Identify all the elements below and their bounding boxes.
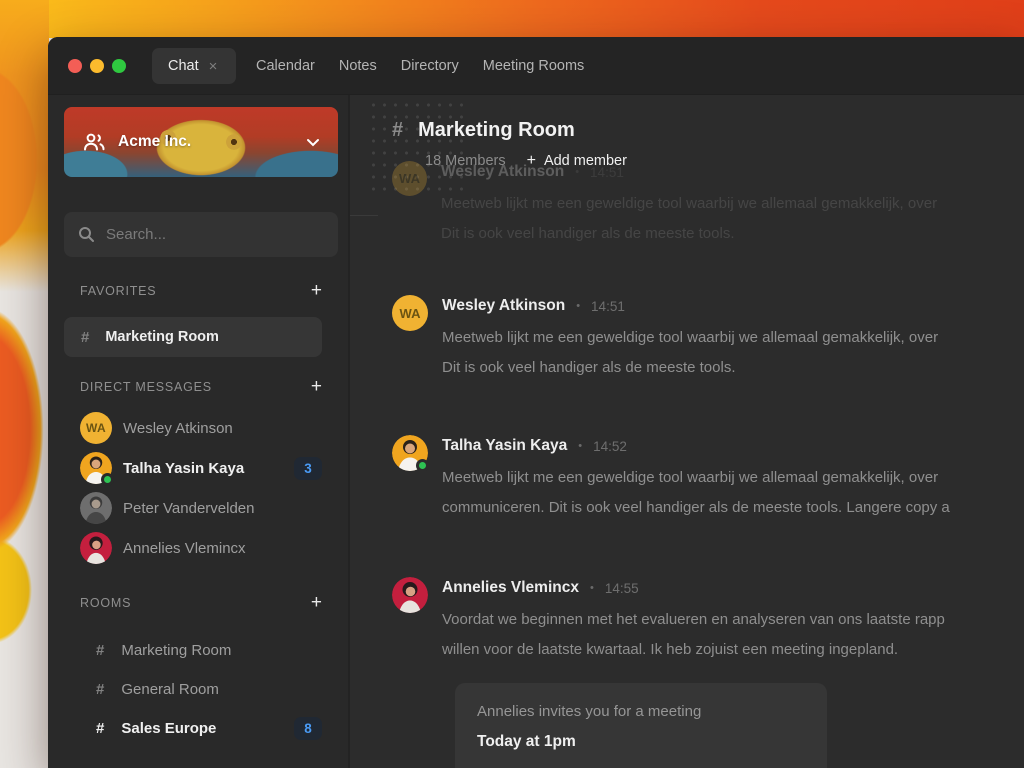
unread-badge: 8: [294, 717, 322, 740]
hash-icon: #: [96, 681, 104, 698]
sidebar-item-marketing-room-favorite[interactable]: # Marketing Room: [64, 317, 322, 357]
dm-title: DIRECT MESSAGES: [80, 380, 212, 394]
online-status-dot: [416, 459, 429, 472]
room-name: Marketing Room: [121, 642, 322, 659]
sidebar-item-annelies-vlemincx[interactable]: Annelies Vlemincx: [80, 528, 322, 568]
add-member-button[interactable]: + Add member: [527, 152, 627, 170]
favorite-item-label: Marketing Room: [105, 329, 219, 345]
meeting-invite-card[interactable]: Annelies invites you for a meeting Today…: [455, 683, 827, 768]
sidebar-item-room-general[interactable]: # General Room: [96, 669, 322, 709]
sidebar-item-room-sales-europe[interactable]: # Sales Europe 8: [96, 708, 322, 748]
scrolled-message: WA Wesley Atkinson • 14:51 Meetweb lijkt…: [392, 161, 1024, 249]
channel-title: Marketing Room: [418, 119, 575, 142]
tab-notes[interactable]: Notes: [339, 58, 377, 74]
titlebar: Chat × Calendar Notes Directory Meeting …: [48, 37, 1024, 95]
wallpaper-left: [0, 0, 49, 768]
sidebar-item-wesley-atkinson[interactable]: WA Wesley Atkinson: [80, 408, 322, 448]
add-dm-button[interactable]: +: [311, 377, 322, 396]
message-author: Annelies Vlemincx: [442, 579, 579, 597]
message-line: Dit is ook veel handiger als de meeste t…: [442, 353, 938, 383]
online-status-dot: [101, 473, 114, 486]
message-line: Meetweb lijkt me een geweldige tool waar…: [442, 463, 950, 493]
hash-icon: #: [96, 720, 104, 737]
meeting-time: Today at 1pm: [477, 733, 805, 751]
tab-row: Calendar Notes Directory Meeting Rooms: [256, 37, 584, 95]
message-annelies: Annelies Vlemincx • 14:55 Voordat we beg…: [392, 577, 1024, 665]
favorites-title: FAVORITES: [80, 284, 156, 298]
message-line: Dit is ook veel handiger als de meeste t…: [441, 219, 937, 249]
dm-section-header: DIRECT MESSAGES +: [80, 377, 322, 396]
dm-name: Talha Yasin Kaya: [123, 460, 283, 477]
close-icon[interactable]: ×: [209, 58, 218, 75]
dot-separator: •: [578, 440, 582, 452]
rooms-section-header: ROOMS +: [80, 593, 322, 612]
wallpaper-top: [0, 0, 1024, 38]
tab-meeting-rooms[interactable]: Meeting Rooms: [483, 58, 585, 74]
sidebar-item-peter-vandervelden[interactable]: Peter Vandervelden: [80, 488, 322, 528]
avatar: [392, 577, 428, 613]
avatar: WA: [80, 412, 112, 444]
traffic-lights: [68, 59, 126, 73]
dm-name: Wesley Atkinson: [123, 420, 322, 437]
hash-icon: #: [81, 329, 89, 346]
message-author: Wesley Atkinson: [442, 297, 565, 315]
message-time: 14:52: [593, 439, 627, 454]
message-line: willen voor de laatste kwartaal. Ik heb …: [442, 635, 945, 665]
chat-panel: WA Wesley Atkinson • 14:51 Meetweb lijkt…: [350, 95, 1024, 768]
message-time: 14:51: [591, 299, 625, 314]
sidebar: Acme Inc. FAVORITES + # Marketing Room: [48, 95, 350, 768]
close-window-button[interactable]: [68, 59, 82, 73]
tab-chat-label: Chat: [168, 58, 199, 74]
avatar: [80, 532, 112, 564]
team-icon: [82, 131, 106, 153]
minimize-window-button[interactable]: [90, 59, 104, 73]
rooms-title: ROOMS: [80, 596, 131, 610]
avatar: [80, 452, 112, 484]
tab-calendar[interactable]: Calendar: [256, 58, 315, 74]
sidebar-item-talha-yasin-kaya[interactable]: Talha Yasin Kaya 3: [80, 448, 322, 488]
add-room-button[interactable]: +: [311, 593, 322, 612]
message-wesley: WA Wesley Atkinson • 14:51 Meetweb lijkt…: [392, 295, 1024, 383]
workspace-name: Acme Inc.: [118, 133, 294, 151]
favorites-section-header: FAVORITES +: [80, 281, 322, 300]
zoom-window-button[interactable]: [112, 59, 126, 73]
avatar: [80, 492, 112, 524]
channel-header: # Marketing Room 18 Members + Add member: [392, 119, 627, 170]
workspace-switcher[interactable]: Acme Inc.: [64, 107, 338, 177]
room-name: General Room: [121, 681, 322, 698]
message-line: communiceren. Dit is ook veel handiger a…: [442, 493, 950, 523]
add-favorite-button[interactable]: +: [311, 281, 322, 300]
add-member-label: Add member: [544, 153, 627, 169]
dot-separator: •: [590, 582, 594, 594]
avatar: [392, 435, 428, 471]
room-name: Sales Europe: [121, 720, 283, 737]
plus-icon: +: [527, 152, 536, 170]
message-talha: Talha Yasin Kaya • 14:52 Meetweb lijkt m…: [392, 435, 1024, 523]
app-window: Chat × Calendar Notes Directory Meeting …: [48, 37, 1024, 768]
unread-badge: 3: [294, 457, 322, 480]
avatar: WA: [392, 295, 428, 331]
sidebar-item-room-marketing[interactable]: # Marketing Room: [96, 630, 322, 670]
message-line: Voordat we beginnen met het evalueren en…: [442, 605, 945, 635]
search-box[interactable]: [64, 212, 338, 257]
dm-name: Peter Vandervelden: [123, 500, 322, 517]
hash-icon: #: [96, 642, 104, 659]
tab-directory[interactable]: Directory: [401, 58, 459, 74]
message-line: Meetweb lijkt me een geweldige tool waar…: [442, 323, 938, 353]
members-count[interactable]: 18 Members: [425, 153, 506, 169]
search-input[interactable]: [106, 226, 324, 243]
message-line: Meetweb lijkt me een geweldige tool waar…: [441, 189, 937, 219]
tab-chat[interactable]: Chat ×: [152, 48, 236, 84]
message-author: Talha Yasin Kaya: [442, 437, 567, 455]
message-time: 14:55: [605, 581, 639, 596]
divider: [350, 215, 378, 216]
chevron-down-icon: [306, 138, 320, 147]
dm-name: Annelies Vlemincx: [123, 540, 322, 557]
hash-icon: #: [392, 119, 403, 142]
search-icon: [78, 226, 95, 243]
dot-separator: •: [576, 300, 580, 312]
meeting-invite-text: Annelies invites you for a meeting: [477, 703, 805, 720]
